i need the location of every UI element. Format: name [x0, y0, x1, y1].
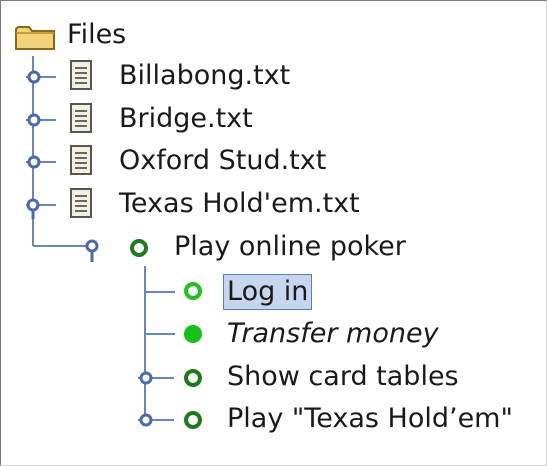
- collapsed-handle-icon[interactable]: [134, 368, 176, 388]
- collapsed-handle-icon[interactable]: [20, 110, 64, 130]
- expanded-handle-icon[interactable]: [20, 195, 64, 219]
- file-label: Billabong.txt: [119, 60, 291, 91]
- tree-child-log-in[interactable]: Log in: [176, 272, 313, 312]
- file-label: Oxford Stud.txt: [119, 145, 327, 176]
- tree-goal-play-online-poker[interactable]: Play online poker: [78, 227, 406, 267]
- file-label: Bridge.txt: [119, 103, 253, 134]
- collapsed-handle-icon[interactable]: [20, 67, 64, 87]
- text-file-icon: [70, 145, 92, 175]
- filled-circle-icon: [184, 325, 202, 343]
- outline-circle-icon: [184, 282, 202, 300]
- child-label: Show card tables: [227, 361, 459, 392]
- text-file-icon: [70, 60, 92, 90]
- tree-file-texas-holdem[interactable]: Texas Hold'em.txt: [20, 184, 360, 224]
- goal-circle-icon: [184, 411, 202, 429]
- tree-child-play-texas-holdem[interactable]: Play "Texas Hold’em": [134, 399, 513, 439]
- collapsed-handle-icon[interactable]: [20, 152, 64, 172]
- tree-root-label: Files: [67, 19, 127, 50]
- expanded-handle-icon[interactable]: [78, 236, 108, 262]
- child-label: Transfer money: [227, 318, 439, 349]
- text-file-icon: [70, 188, 92, 218]
- folder-icon: [15, 26, 55, 50]
- goal-label: Play online poker: [174, 231, 406, 262]
- child-label: Play "Texas Hold’em": [227, 403, 513, 434]
- tree-file-oxford-stud[interactable]: Oxford Stud.txt: [20, 141, 326, 181]
- text-file-icon: [70, 103, 92, 133]
- goal-circle-icon: [184, 369, 202, 387]
- tree-child-transfer-money[interactable]: Transfer money: [176, 314, 439, 354]
- file-label: Texas Hold'em.txt: [119, 188, 360, 219]
- tree-file-bridge[interactable]: Bridge.txt: [20, 99, 253, 139]
- goal-circle-icon: [130, 239, 148, 257]
- collapsed-handle-icon[interactable]: [134, 410, 176, 430]
- selected-node-label: Log in: [223, 274, 313, 310]
- tree-root-files[interactable]: Files: [14, 15, 126, 55]
- tree-child-show-card-tables[interactable]: Show card tables: [134, 357, 459, 397]
- tree-file-billabong[interactable]: Billabong.txt: [20, 56, 290, 96]
